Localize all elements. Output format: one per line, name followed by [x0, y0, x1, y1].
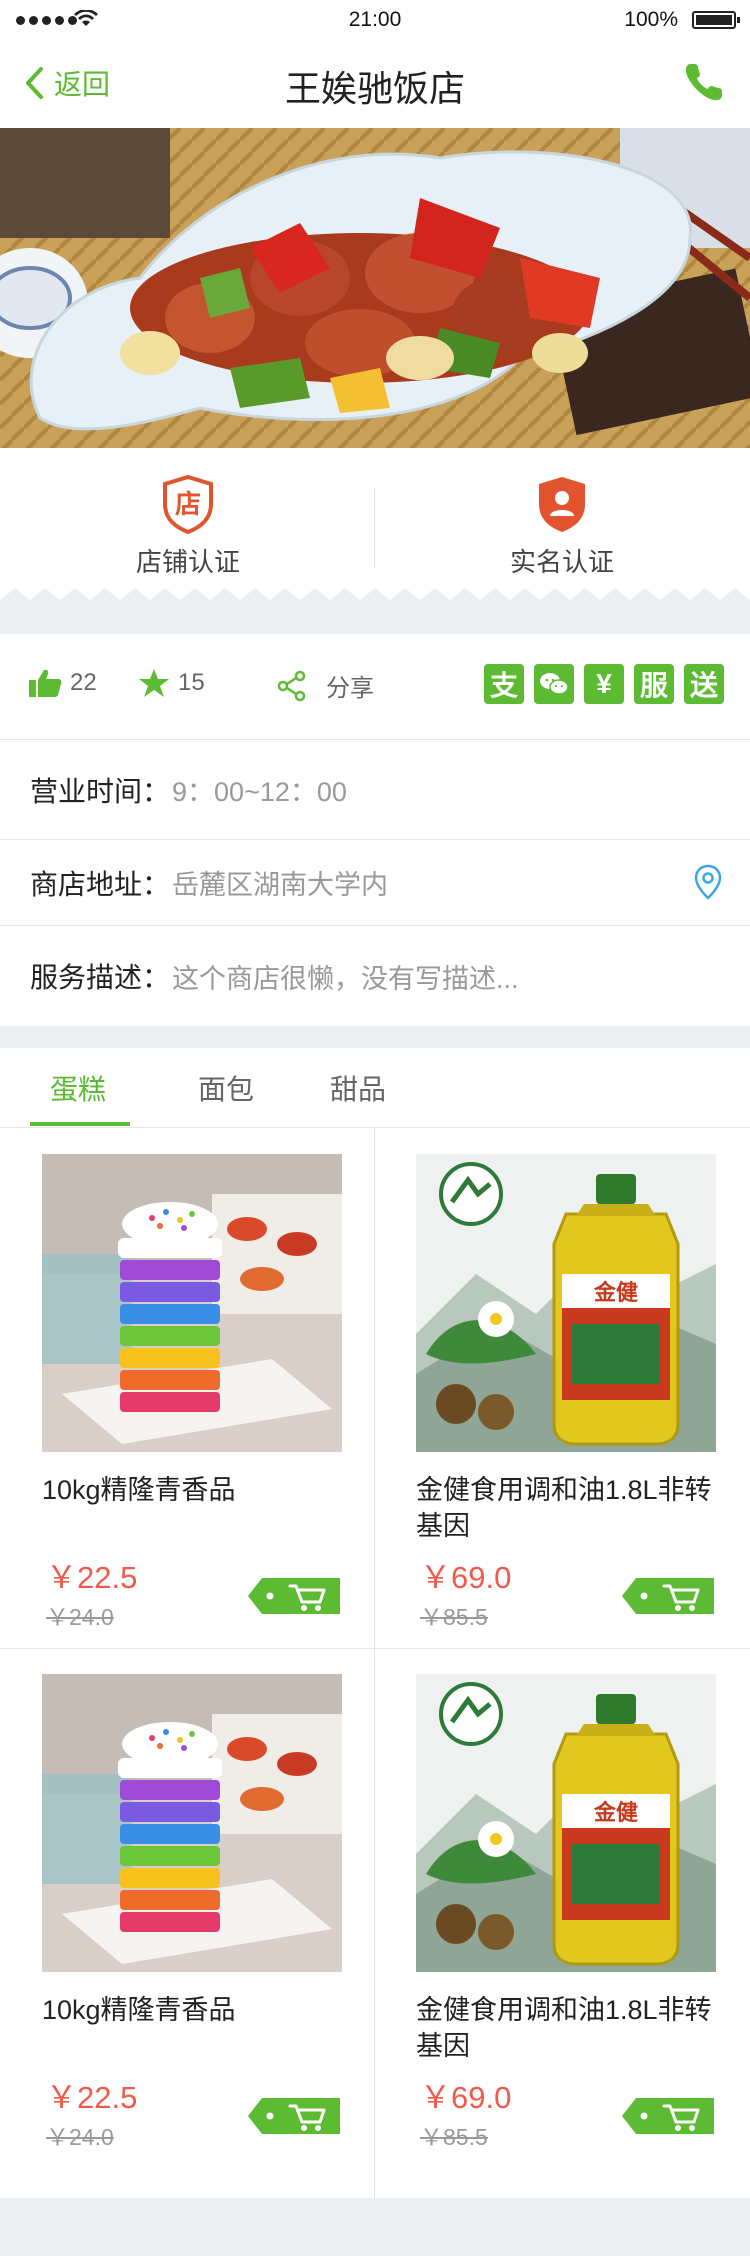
location-pin-icon[interactable]	[694, 864, 722, 900]
address-value: 岳麓区湖南大学内	[172, 870, 389, 900]
product-price: ￥22.5	[46, 2080, 138, 2115]
tab-bread[interactable]: 面包	[198, 1068, 254, 1108]
add-to-cart-button[interactable]	[244, 1572, 344, 1620]
star-icon	[139, 669, 169, 697]
add-to-cart-button[interactable]	[618, 1572, 718, 1620]
status-bar: 21:00 100%	[0, 0, 750, 40]
product-image: 金健	[416, 1674, 716, 1972]
product-name: 金健食用调和油1.8L非转基因	[416, 1475, 712, 1541]
product-name: 金健食用调和油1.8L非转基因	[416, 1995, 712, 2061]
active-tab-indicator	[30, 1122, 130, 1126]
alipay-badge: 支	[484, 664, 524, 704]
category-tabs: 蛋糕 面包 甜品	[0, 1048, 750, 1128]
product-image	[42, 1154, 342, 1452]
share-icon	[277, 670, 306, 701]
business-hours-row: 营业时间： 9：00~12：00	[0, 740, 750, 840]
product-price: ￥69.0	[420, 1560, 512, 1595]
thumbs-up-icon	[29, 669, 62, 697]
page-title: 王娭驰饭店	[284, 68, 465, 109]
description-row: 服务描述： 这个商店很懒，没有写描述...	[0, 926, 750, 1026]
cert-divider	[374, 488, 375, 568]
battery-icon	[692, 11, 740, 29]
product-original-price: ￥24.0	[46, 2124, 114, 2150]
product-price: ￥69.0	[420, 2080, 512, 2115]
shield-store-icon: 店	[163, 474, 213, 534]
realname-certification-label: 实名认证	[509, 547, 614, 577]
cart-icon	[248, 2098, 340, 2134]
nav-bar: 返回 王娭驰饭店	[0, 40, 750, 128]
yuan-badge: ¥	[584, 664, 624, 704]
store-certification: 店 店铺认证	[88, 474, 288, 579]
cart-icon	[248, 1578, 340, 1614]
product-name: 10kg精隆青香品	[42, 1475, 236, 1505]
cart-icon	[622, 1578, 714, 1614]
svg-text:金健: 金健	[593, 1280, 638, 1306]
product-card[interactable]: 金健 金健食用调和油1.8L非转基因 ￥69.0 ￥85.5	[374, 1128, 748, 1648]
service-badges: 支 ¥ 服 送	[484, 664, 724, 704]
business-hours-value: 9：00~12：00	[172, 777, 347, 807]
product-original-price: ￥85.5	[420, 1604, 488, 1630]
description-value: 这个商店很懒，没有写描述...	[172, 963, 519, 994]
shield-person-icon	[539, 477, 585, 532]
delivery-badge: 送	[684, 664, 724, 704]
add-to-cart-button[interactable]	[618, 2092, 718, 2140]
svg-text:金健: 金健	[593, 1800, 638, 1826]
share-button[interactable]: 分享	[276, 668, 374, 703]
cart-icon	[622, 2098, 714, 2134]
business-hours-label: 营业时间：	[30, 775, 171, 807]
tab-cake[interactable]: 蛋糕	[50, 1068, 106, 1108]
tab-dessert[interactable]: 甜品	[330, 1068, 386, 1108]
product-image	[42, 1674, 342, 1972]
product-original-price: ￥24.0	[46, 1604, 114, 1630]
product-grid: 10kg精隆青香品 ￥22.5 ￥24.0 金健 金健食用调和油1.8L非转基因…	[0, 1128, 750, 2198]
product-card[interactable]: 金健 金健食用调和油1.8L非转基因 ￥69.0 ￥85.5	[374, 1648, 748, 2168]
address-row[interactable]: 商店地址： 岳麓区湖南大学内	[0, 840, 750, 926]
shield-store-glyph: 店	[175, 490, 201, 520]
product-card[interactable]: 10kg精隆青香品 ￥22.5 ￥24.0	[0, 1128, 374, 1648]
like-count: 22	[70, 669, 97, 696]
product-name: 10kg精隆青香品	[42, 1995, 236, 2025]
product-original-price: ￥85.5	[420, 2124, 488, 2150]
actions-bar: 22 15 分享 支 ¥ 服 送	[0, 634, 750, 740]
phone-icon[interactable]	[680, 58, 728, 106]
wechat-icon	[540, 673, 569, 695]
zigzag-edge	[0, 586, 750, 616]
hero-image	[0, 128, 750, 448]
favorite-count: 15	[178, 669, 205, 696]
like-button[interactable]: 22	[28, 668, 97, 698]
favorite-button[interactable]: 15	[138, 668, 205, 698]
share-label: 分享	[326, 675, 374, 702]
address-label: 商店地址：	[30, 868, 171, 900]
wechat-badge	[534, 664, 574, 704]
product-card[interactable]: 10kg精隆青香品 ￥22.5 ￥24.0	[0, 1648, 374, 2168]
certification-section: 店 店铺认证 实名认证	[0, 448, 750, 600]
store-certification-label: 店铺认证	[135, 547, 240, 577]
product-price: ￥22.5	[46, 1560, 138, 1595]
description-label: 服务描述：	[30, 962, 171, 993]
service-badge: 服	[634, 664, 674, 704]
add-to-cart-button[interactable]	[244, 2092, 344, 2140]
product-image: 金健	[416, 1154, 716, 1452]
battery-percentage: 100%	[624, 8, 678, 31]
realname-certification: 实名认证	[462, 474, 662, 579]
